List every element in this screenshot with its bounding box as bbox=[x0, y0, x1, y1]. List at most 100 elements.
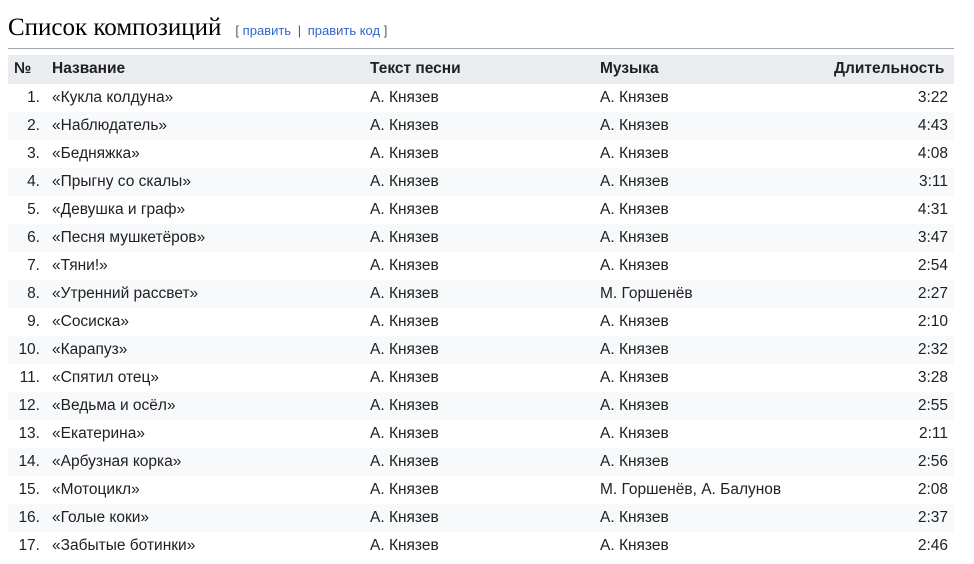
tracklist-section: Список композиций [ править | править ко… bbox=[0, 0, 974, 560]
track-title: «Ведьма и осёл» bbox=[46, 391, 364, 420]
track-lyrics: А. Князев bbox=[364, 447, 594, 476]
track-lyrics: А. Князев bbox=[364, 167, 594, 196]
track-number: 3. bbox=[27, 144, 40, 162]
track-title: «Прыгну со скалы» bbox=[46, 167, 364, 196]
edit-bracket-close: ] bbox=[383, 23, 388, 38]
track-duration: 3:28 bbox=[917, 368, 948, 386]
edit-separator: | bbox=[297, 23, 302, 38]
table-row: 9. «Сосиска» А. Князев А. Князев 2:10 bbox=[8, 308, 954, 336]
table-row: 8. «Утренний рассвет» А. Князев М. Горшенёв… bbox=[8, 279, 954, 308]
section-heading: Список композиций [ править | править ко… bbox=[8, 14, 954, 49]
table-row: 4. «Прыгну со скалы» А. Князев А. Князев 3:1… bbox=[8, 167, 954, 196]
track-number: 5. bbox=[27, 200, 40, 218]
track-music: А. Князев bbox=[594, 447, 828, 476]
track-duration: 2:56 bbox=[828, 447, 954, 476]
track-title: «Тяни!» bbox=[52, 256, 108, 274]
track-number: 16. bbox=[8, 503, 46, 532]
track-lyrics: А. Князев bbox=[364, 111, 594, 140]
header-num: № bbox=[8, 54, 46, 84]
section-title: Список композиций bbox=[8, 14, 222, 41]
track-music: А. Князев bbox=[594, 167, 828, 196]
track-lyrics: А. Князев bbox=[370, 88, 439, 106]
table-row: 16. «Голые коки» А. Князев А. Князев 2:37 bbox=[8, 503, 954, 532]
track-music: А. Князев bbox=[600, 368, 669, 386]
track-music: М. Горшенёв, А. Балунов bbox=[600, 480, 782, 498]
table-row: 1. «Кукла колдуна» А. Князев А. Князев 3:22 bbox=[8, 84, 954, 112]
track-lyrics: А. Князев bbox=[370, 368, 439, 386]
track-duration: 4:31 bbox=[917, 200, 948, 218]
tracklist-table: № Название Текст песни Музыка Длительнос… bbox=[8, 54, 954, 560]
track-number: 15. bbox=[18, 480, 40, 498]
track-lyrics: А. Князев bbox=[370, 144, 439, 162]
track-title: «Сосиска» bbox=[52, 312, 129, 330]
track-title: «Карапуз» bbox=[46, 335, 364, 364]
table-row: 13. «Екатерина» А. Князев А. Князев 2:11 bbox=[8, 420, 954, 448]
track-duration: 2:54 bbox=[917, 256, 948, 274]
track-duration: 3:11 bbox=[828, 167, 954, 196]
track-title: «Утренний рассвет» bbox=[46, 279, 364, 308]
edit-link[interactable]: править bbox=[243, 23, 291, 38]
table-row: 12. «Ведьма и осёл» А. Князев А. Князев 2:55 bbox=[8, 391, 954, 420]
track-number: 6. bbox=[8, 223, 46, 252]
track-title: «Спятил отец» bbox=[52, 368, 160, 386]
track-title: «Наблюдатель» bbox=[46, 111, 364, 140]
track-number: 10. bbox=[8, 335, 46, 364]
table-row: 5. «Девушка и граф» А. Князев А. Князев 4:31 bbox=[8, 196, 954, 224]
track-duration: 3:22 bbox=[917, 88, 948, 106]
track-title: «Кукла колдуна» bbox=[52, 88, 174, 106]
table-row: 3. «Бедняжка» А. Князев А. Князев 4:08 bbox=[8, 140, 954, 168]
track-lyrics: А. Князев bbox=[370, 480, 439, 498]
track-number: 12. bbox=[8, 391, 46, 420]
track-lyrics: А. Князев bbox=[370, 256, 439, 274]
track-lyrics: А. Князев bbox=[370, 424, 439, 442]
track-lyrics: А. Князев bbox=[364, 223, 594, 252]
track-number: 7. bbox=[27, 256, 40, 274]
track-duration: 2:46 bbox=[917, 536, 948, 554]
header-title: Название bbox=[46, 54, 364, 84]
track-duration: 2:37 bbox=[828, 503, 954, 532]
track-music: А. Князев bbox=[594, 223, 828, 252]
track-number: 1. bbox=[27, 88, 40, 106]
track-number: 4. bbox=[8, 167, 46, 196]
track-number: 2. bbox=[8, 111, 46, 140]
header-music: Музыка bbox=[594, 54, 828, 84]
track-number: 11. bbox=[19, 368, 40, 386]
track-music: А. Князев bbox=[594, 111, 828, 140]
track-music: А. Князев bbox=[600, 144, 669, 162]
track-title: «Мотоцикл» bbox=[52, 480, 140, 498]
track-lyrics: А. Князев bbox=[364, 279, 594, 308]
track-duration: 2:10 bbox=[917, 312, 948, 330]
track-music: А. Князев bbox=[600, 200, 669, 218]
track-title: «Голые коки» bbox=[46, 503, 364, 532]
track-number: 17. bbox=[18, 536, 40, 554]
table-row: 11. «Спятил отец» А. Князев А. Князев 3:28 bbox=[8, 364, 954, 392]
track-duration: 2:08 bbox=[917, 480, 948, 498]
track-lyrics: А. Князев bbox=[364, 503, 594, 532]
edit-code-link[interactable]: править код bbox=[308, 23, 380, 38]
track-music: А. Князев bbox=[600, 256, 669, 274]
table-row: 7. «Тяни!» А. Князев А. Князев 2:54 bbox=[8, 252, 954, 280]
track-lyrics: А. Князев bbox=[370, 312, 439, 330]
track-lyrics: А. Князев bbox=[370, 536, 439, 554]
header-duration: Длительность bbox=[828, 54, 954, 84]
track-duration: 2:11 bbox=[918, 424, 948, 442]
table-row: 14. «Арбузная корка» А. Князев А. Князев 2:5… bbox=[8, 447, 954, 476]
track-duration: 3:47 bbox=[828, 223, 954, 252]
table-row: 2. «Наблюдатель» А. Князев А. Князев 4:43 bbox=[8, 111, 954, 140]
track-music: А. Князев bbox=[600, 536, 669, 554]
track-lyrics: А. Князев bbox=[364, 391, 594, 420]
track-music: А. Князев bbox=[594, 391, 828, 420]
track-title: «Песня мушкетёров» bbox=[46, 223, 364, 252]
table-row: 15. «Мотоцикл» А. Князев М. Горшенёв, А. Ба… bbox=[8, 476, 954, 504]
track-duration: 2:27 bbox=[828, 279, 954, 308]
track-lyrics: А. Князев bbox=[370, 200, 439, 218]
track-title: «Екатерина» bbox=[52, 424, 145, 442]
edit-links: [ править | править код ] bbox=[235, 23, 387, 38]
track-music: А. Князев bbox=[594, 335, 828, 364]
track-music: А. Князев bbox=[594, 503, 828, 532]
table-row: 17. «Забытые ботинки» А. Князев А. Князев 2:… bbox=[8, 532, 954, 560]
table-row: 6. «Песня мушкетёров» А. Князев А. Князев 3:… bbox=[8, 223, 954, 252]
track-duration: 4:08 bbox=[917, 144, 948, 162]
table-header-row: № Название Текст песни Музыка Длительнос… bbox=[8, 54, 954, 84]
track-music: А. Князев bbox=[600, 312, 669, 330]
